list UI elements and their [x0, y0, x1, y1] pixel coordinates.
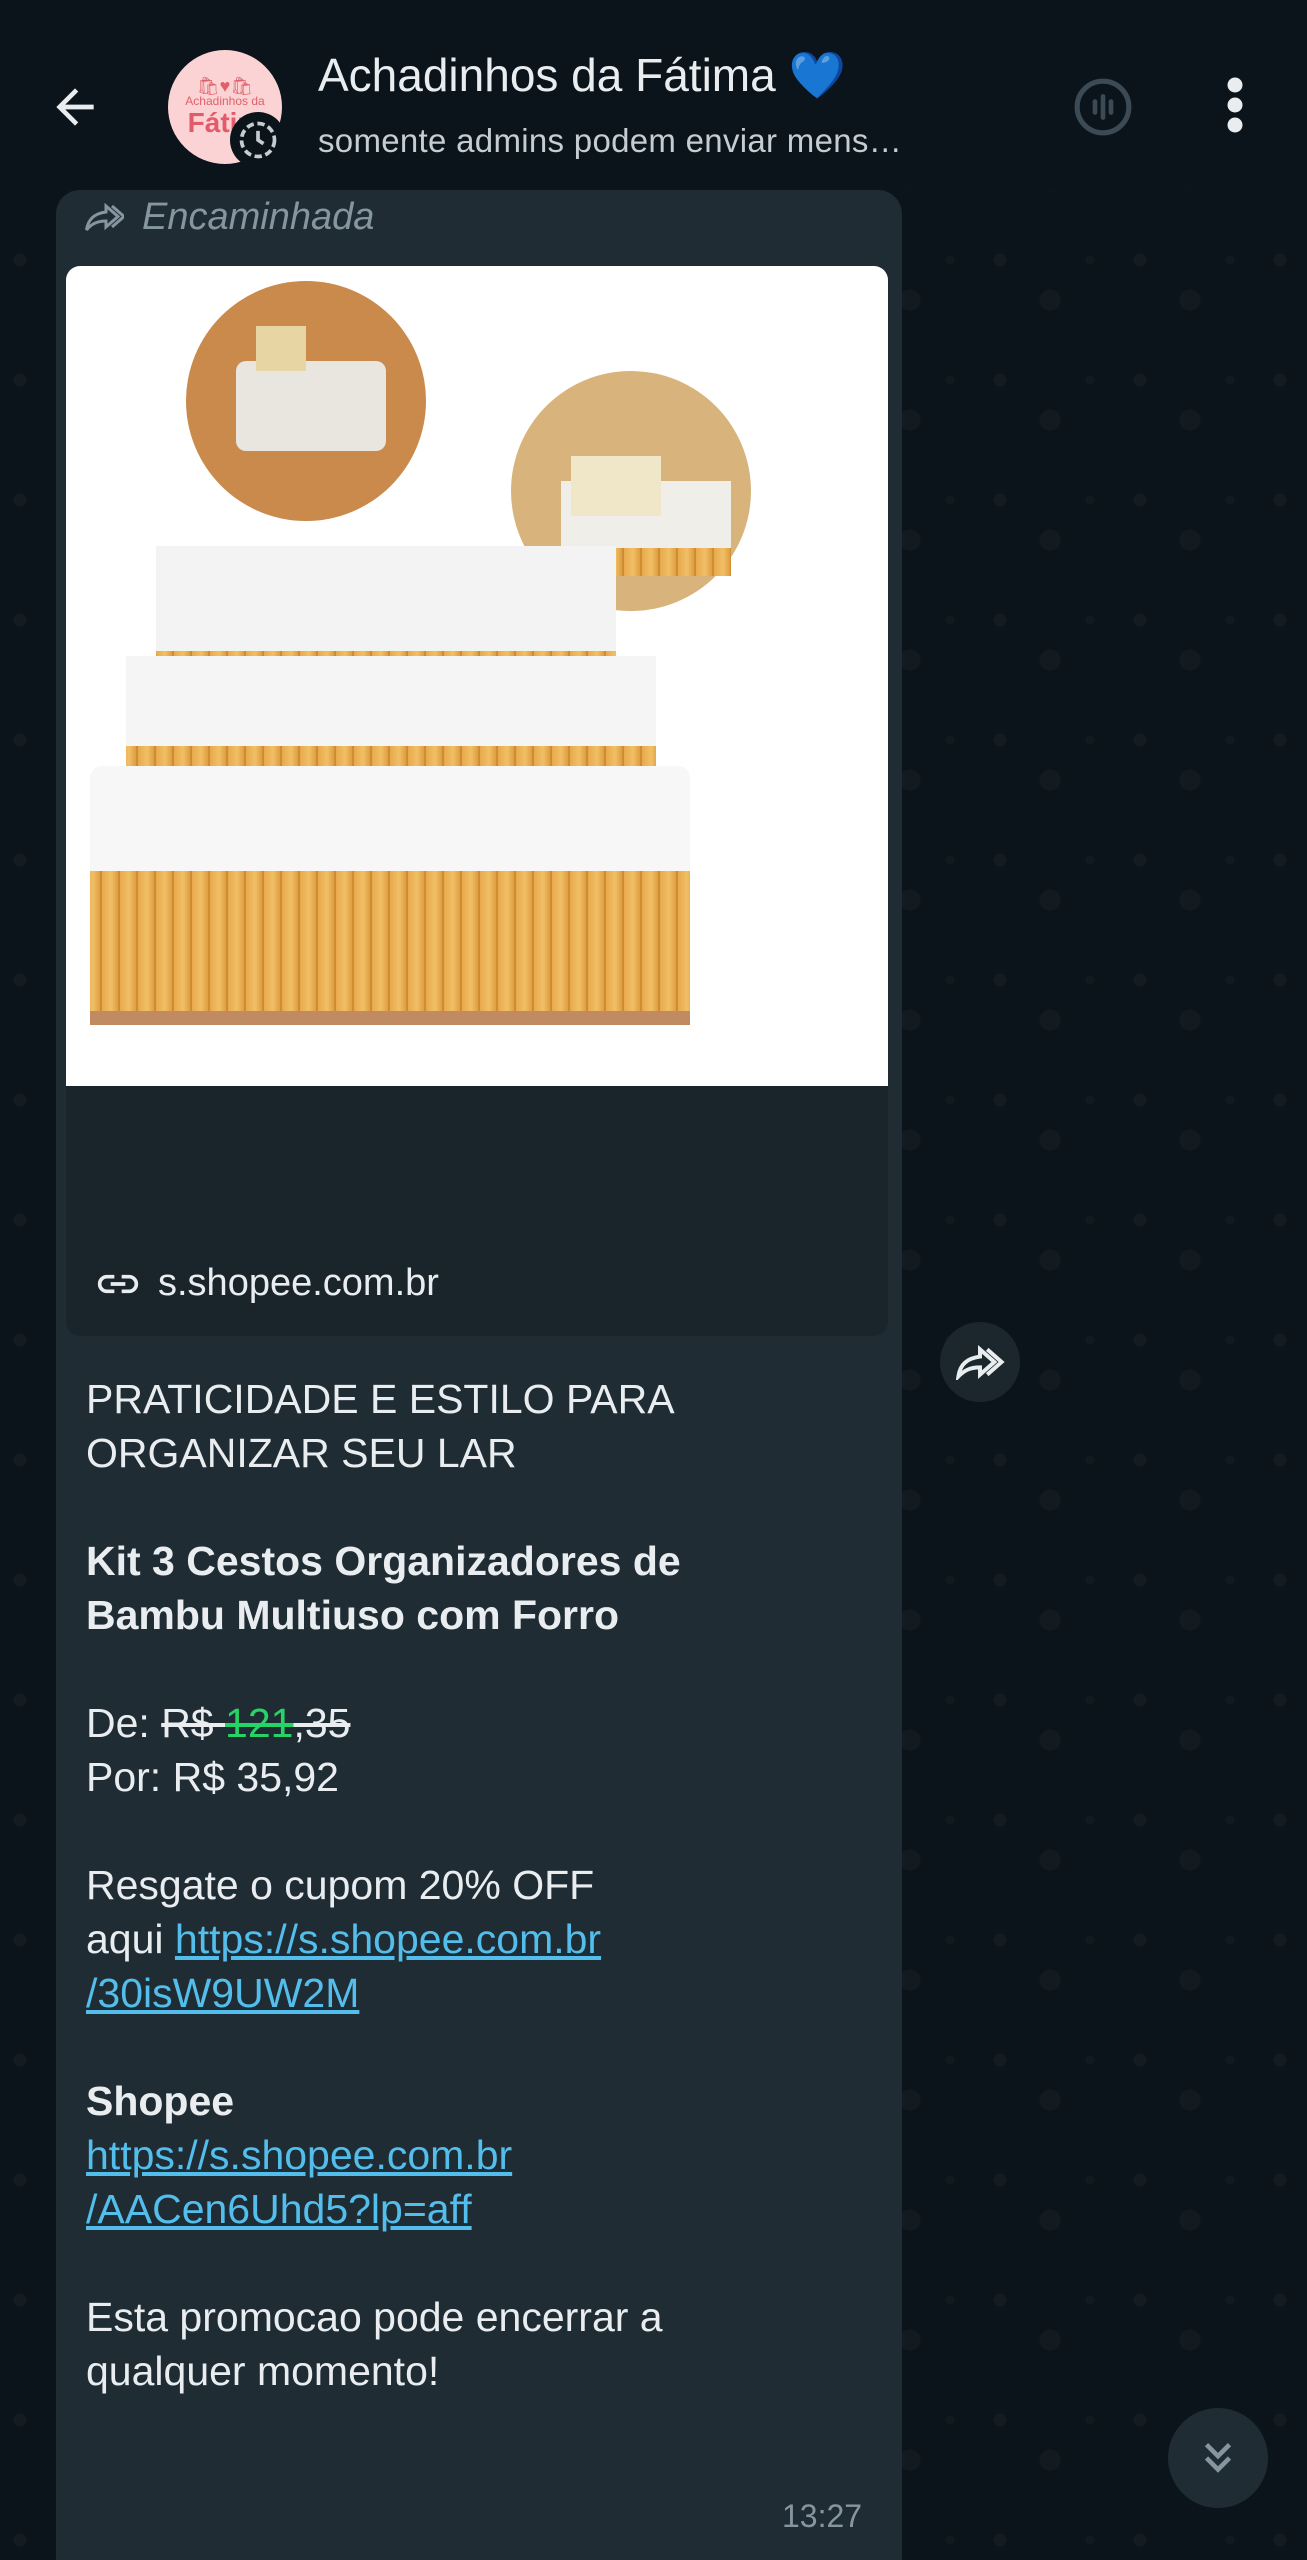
voice-chat-icon[interactable]	[1068, 72, 1138, 142]
more-vertical-icon	[1227, 77, 1243, 133]
scroll-to-bottom-button[interactable]	[1168, 2408, 1268, 2508]
message-text: PRATICIDADE E ESTILO PARA ORGANIZAR SEU …	[86, 1372, 876, 2398]
price-from-int: 121	[225, 1700, 294, 1746]
store-link-part-1[interactable]: https://s.shopee.com.br	[86, 2132, 512, 2178]
price-from-label: De:	[86, 1700, 162, 1746]
link-preview-host[interactable]: s.shopee.com.br	[96, 1262, 439, 1305]
product-line-2: Bambu Multiuso com Forro	[86, 1592, 619, 1638]
forwarded-label: Encaminhada	[82, 196, 374, 239]
back-button[interactable]	[40, 72, 110, 142]
coupon-link-part-1[interactable]: https://s.shopee.com.br	[175, 1916, 601, 1962]
headline-line-1: PRATICIDADE E ESTILO PARA	[86, 1376, 675, 1422]
link-icon	[97, 1274, 139, 1293]
arrow-left-icon	[56, 88, 94, 126]
product-line-1: Kit 3 Cestos Organizadores de	[86, 1538, 681, 1584]
store-link-part-2[interactable]: /AACen6Uhd5?lp=aff	[86, 2186, 472, 2232]
chat-subtitle[interactable]: somente admins podem enviar mens…	[318, 122, 902, 160]
coupon-link-part-2[interactable]: /30isW9UW2M	[86, 1970, 359, 2016]
footer-line-2: qualquer momento!	[86, 2348, 440, 2394]
price-from-dec: ,35	[293, 1700, 351, 1746]
chat-title[interactable]: Achadinhos da Fátima 💙	[318, 48, 846, 103]
price-from-currency: R$	[161, 1700, 226, 1746]
community-badge-icon	[230, 112, 286, 168]
coupon-line-2: aqui https://s.shopee.com.br	[86, 1912, 876, 1966]
chat-header: 🛍♥🛍 Achadinhos da Fátim Achadinhos da Fá…	[0, 0, 1307, 190]
double-chevron-down-icon	[1204, 2442, 1232, 2473]
price-to: Por: R$ 35,92	[86, 1754, 339, 1800]
headline-line-2: ORGANIZAR SEU LAR	[86, 1430, 517, 1476]
forward-icon	[955, 1345, 1005, 1380]
more-options-button[interactable]	[1210, 70, 1260, 140]
avatar-shopping-icons: 🛍♥🛍	[196, 76, 254, 97]
price-from: De: R$ 121,35	[86, 1696, 876, 1750]
forward-message-button[interactable]	[940, 1322, 1020, 1402]
coupon-prefix: aqui	[86, 1916, 175, 1962]
link-preview-image[interactable]	[66, 266, 888, 1086]
link-host-text: s.shopee.com.br	[158, 1262, 439, 1304]
message-time: 13:27	[782, 2498, 863, 2534]
store-label: Shopee	[86, 2078, 235, 2124]
footer-line-1: Esta promocao pode encerrar a	[86, 2294, 663, 2340]
coupon-line-1: Resgate o cupom 20% OFF	[86, 1862, 595, 1908]
chat-screen: 🛍♥🛍 Achadinhos da Fátim Achadinhos da Fá…	[0, 0, 1307, 2560]
forwarded-text: Encaminhada	[142, 196, 375, 238]
forwarded-icon	[85, 202, 124, 231]
